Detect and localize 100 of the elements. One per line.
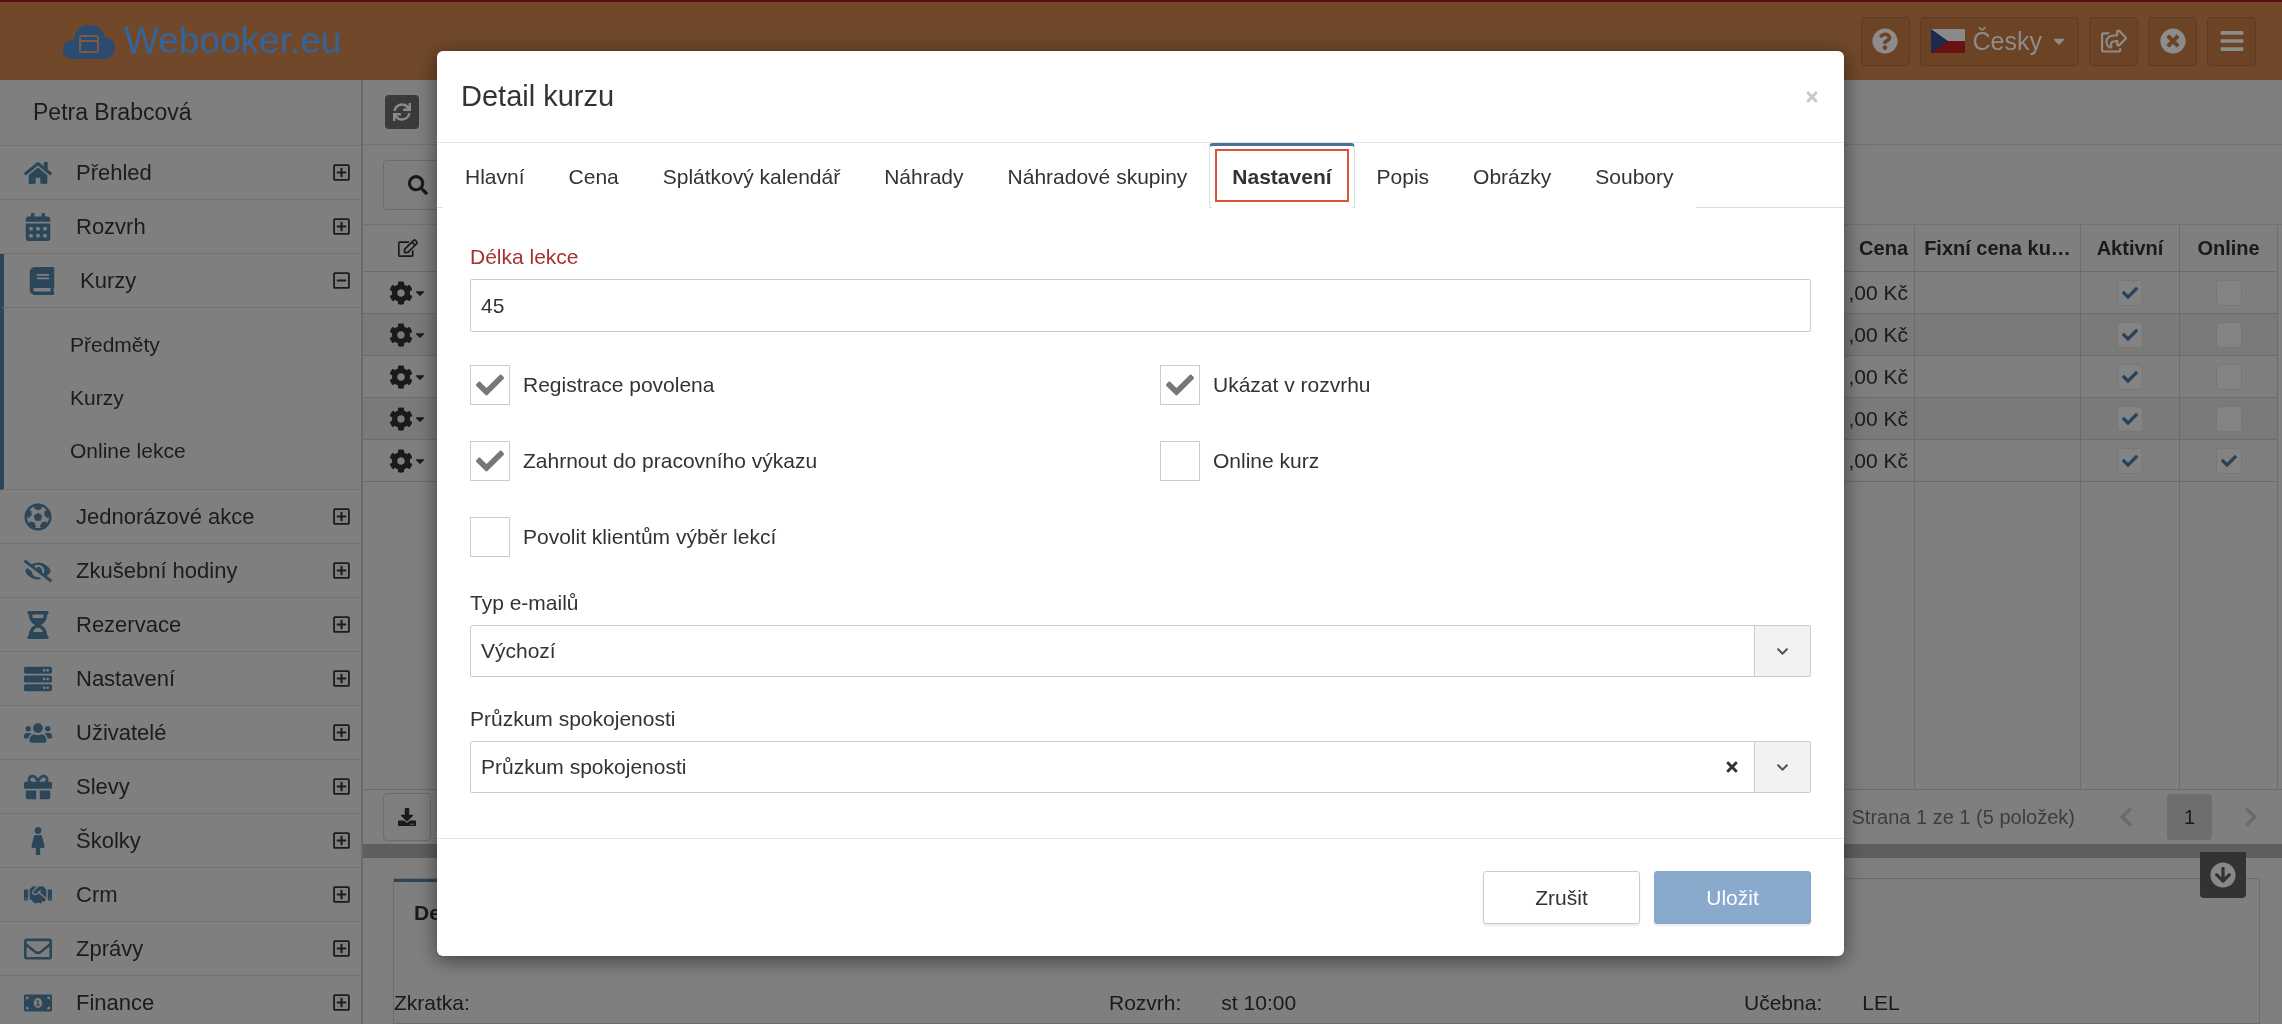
- sidebar-item[interactable]: Slevy: [0, 760, 361, 814]
- expand-icon[interactable]: [332, 669, 351, 688]
- input-field[interactable]: 45: [470, 279, 1811, 332]
- sidebar-item[interactable]: Nastavení: [0, 652, 361, 706]
- field-value: st 10:00: [1221, 991, 1297, 1015]
- field-label: Délka lekce: [470, 245, 580, 269]
- close-button[interactable]: [2148, 16, 2197, 66]
- expand-icon[interactable]: [332, 885, 351, 904]
- checkbox[interactable]: [1160, 441, 1200, 481]
- sidebar-item[interactable]: Rezervace: [0, 598, 361, 652]
- table-cell: ,00 Kč: [1848, 322, 1908, 347]
- sidebar-item[interactable]: Kurzy: [0, 254, 361, 308]
- checkbox[interactable]: [2117, 279, 2143, 306]
- sidebar-item[interactable]: Zprávy: [0, 922, 361, 976]
- checkbox[interactable]: [470, 365, 510, 405]
- edit-icon: [397, 238, 418, 258]
- gear-menu-button[interactable]: [388, 364, 427, 389]
- sidebar-item[interactable]: Školky: [0, 814, 361, 868]
- expand-icon[interactable]: [332, 217, 351, 236]
- checkbox[interactable]: [2117, 405, 2143, 432]
- gear-menu-button[interactable]: [388, 280, 427, 305]
- expand-icon[interactable]: [332, 615, 351, 634]
- checkbox[interactable]: [1160, 365, 1200, 405]
- download-icon: [398, 808, 416, 826]
- checkbox-label: Povolit klientům výběr lekcí: [523, 525, 777, 549]
- download-button[interactable]: [383, 793, 431, 841]
- external-link-button[interactable]: [2089, 16, 2138, 66]
- refresh-button[interactable]: [385, 95, 419, 129]
- gift-icon: [24, 772, 52, 801]
- search-icon: [408, 174, 428, 195]
- checkbox[interactable]: [2117, 447, 2143, 474]
- expand-icon[interactable]: [332, 163, 351, 182]
- refresh-icon: [393, 103, 411, 121]
- expand-icon[interactable]: [332, 777, 351, 796]
- checkbox[interactable]: [470, 517, 510, 557]
- arrow-down-icon: [2210, 862, 2236, 888]
- dialog-title: Detail kurzu: [461, 80, 615, 113]
- gear-menu-button[interactable]: [388, 406, 427, 431]
- select-field[interactable]: Výchozí: [470, 625, 1811, 677]
- checkbox[interactable]: [2117, 321, 2143, 348]
- gear-icon: [388, 364, 413, 389]
- gear-icon: [388, 406, 413, 431]
- logo-text: Webooker.eu: [124, 20, 342, 62]
- sidebar-item[interactable]: Uživatelé: [0, 706, 361, 760]
- page-button[interactable]: 1: [2167, 794, 2212, 840]
- checkbox[interactable]: [2117, 363, 2143, 390]
- field-value: LEL: [1862, 991, 1900, 1015]
- select-field[interactable]: Průzkum spokojenosti: [470, 741, 1811, 793]
- sidebar-subitem[interactable]: Předměty: [4, 318, 361, 371]
- cancel-button[interactable]: Zrušit: [1483, 871, 1640, 924]
- book-icon: [28, 266, 56, 295]
- sidebar-item[interactable]: Crm: [0, 868, 361, 922]
- sidebar-item[interactable]: Přehled: [0, 146, 361, 200]
- column-header[interactable]: Cena: [1859, 236, 1908, 260]
- external-link-icon: [2100, 28, 2127, 54]
- field-label: Učebna:: [1744, 991, 1823, 1015]
- gear-menu-button[interactable]: [388, 322, 427, 347]
- check-icon: [2122, 452, 2138, 469]
- gear-menu-button[interactable]: [388, 448, 427, 473]
- sidebar-item[interactable]: Finance: [0, 976, 361, 1024]
- scroll-down-button[interactable]: [2200, 852, 2246, 898]
- field-label: Typ e-mailů: [470, 591, 580, 615]
- sidebar-item[interactable]: Jednorázové akce: [0, 490, 361, 544]
- expand-icon[interactable]: [332, 507, 351, 526]
- check-icon: [2122, 368, 2138, 385]
- column-header[interactable]: Aktivní: [2096, 236, 2164, 260]
- column-header[interactable]: Fixní cena ku…: [1924, 236, 2071, 260]
- expand-icon[interactable]: [332, 993, 351, 1012]
- sidebar-item[interactable]: Rozvrh: [0, 200, 361, 254]
- flag-icon: [1930, 29, 1965, 53]
- language-button[interactable]: Česky: [1919, 16, 2079, 66]
- sidebar-subitem[interactable]: Online lekce: [4, 424, 361, 477]
- menu-button[interactable]: [2207, 16, 2256, 66]
- checkbox[interactable]: [2215, 447, 2242, 474]
- expand-icon[interactable]: [332, 939, 351, 958]
- stack-icon: [24, 664, 52, 693]
- menu-icon: [2218, 28, 2245, 54]
- calendar-icon: [24, 212, 52, 241]
- save-button[interactable]: Uložit: [1654, 871, 1811, 924]
- gear-icon: [388, 280, 413, 305]
- user-name: Petra Brabcová: [0, 80, 361, 146]
- sidebar-subitem[interactable]: Kurzy: [4, 371, 361, 424]
- tab[interactable]: Nastavení: [1209, 143, 1355, 208]
- collapse-icon[interactable]: [332, 271, 351, 290]
- sidebar-item[interactable]: Zkušební hodiny: [0, 544, 361, 598]
- checkbox[interactable]: [470, 441, 510, 481]
- checkbox-label: Registrace povolena: [523, 373, 715, 397]
- expand-icon[interactable]: [332, 561, 351, 580]
- checkbox-label: Ukázat v rozvrhu: [1213, 373, 1371, 397]
- check-icon: [2220, 452, 2237, 469]
- column-header[interactable]: Online: [2197, 236, 2260, 260]
- table-cell: ,00 Kč: [1848, 280, 1908, 305]
- field-label: Průzkum spokojenosti: [470, 707, 677, 731]
- close-icon: [2159, 28, 2186, 54]
- table-cell: ,00 Kč: [1848, 364, 1908, 389]
- expand-icon[interactable]: [332, 723, 351, 742]
- gear-icon: [388, 322, 413, 347]
- checkbox-label: Online kurz: [1213, 449, 1320, 473]
- expand-icon[interactable]: [332, 831, 351, 850]
- help-button[interactable]: [1860, 16, 1910, 66]
